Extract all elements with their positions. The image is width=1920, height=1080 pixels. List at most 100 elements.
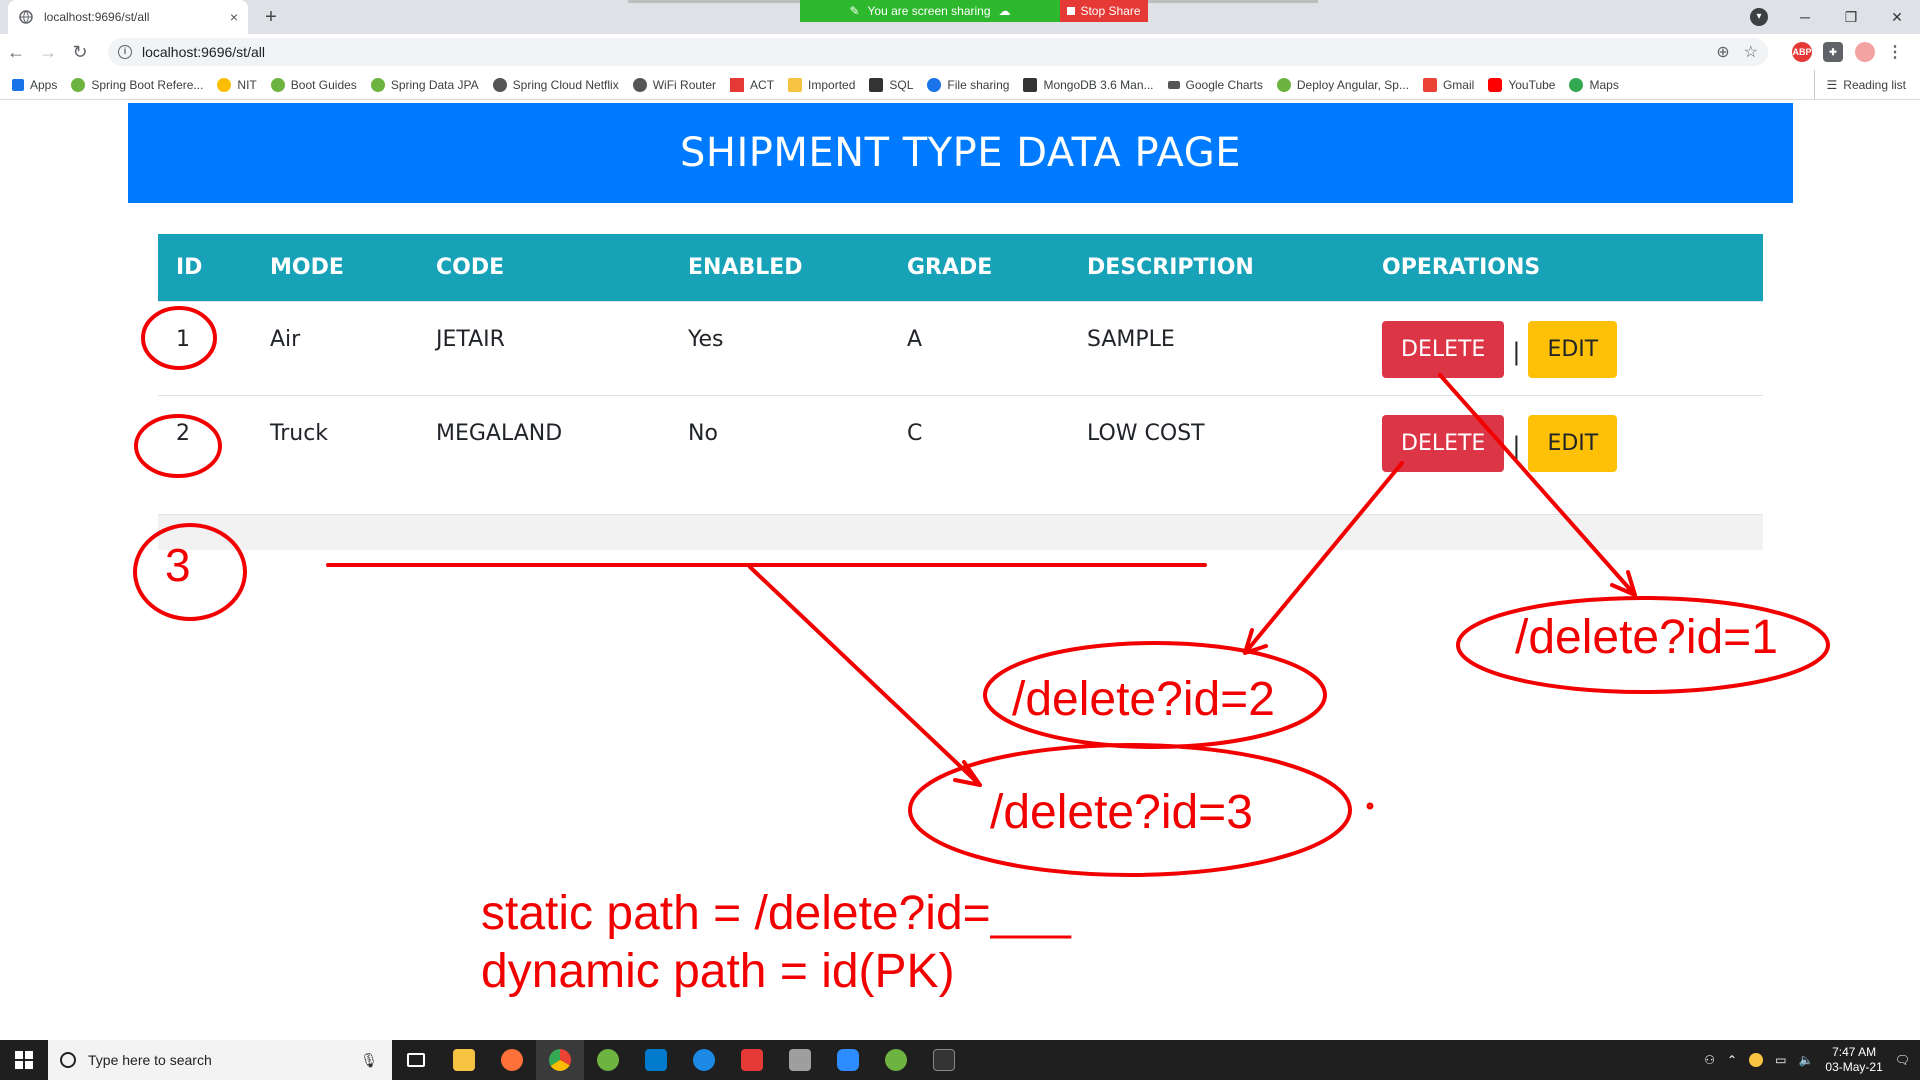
bookmarks-bar: Apps Spring Boot Refere... NIT Boot Guid… <box>0 70 1920 100</box>
stop-share-button[interactable]: Stop Share <box>1060 0 1148 22</box>
bookmark-item[interactable]: Spring Cloud Netflix <box>492 77 619 92</box>
reload-icon[interactable]: ↻ <box>64 42 96 63</box>
bookmark-star-icon[interactable]: ☆ <box>1744 42 1758 62</box>
bookmark-item[interactable]: File sharing <box>927 77 1009 92</box>
bookmark-item[interactable]: NIT <box>217 77 257 92</box>
extensions-icon[interactable]: ✚ <box>1823 42 1843 62</box>
bookmark-item[interactable]: Google Charts <box>1167 78 1263 92</box>
vscode-icon[interactable] <box>632 1040 680 1080</box>
notifications-icon[interactable]: 🗨 <box>1895 1053 1910 1067</box>
edit-button[interactable]: EDIT <box>1528 320 1618 378</box>
adblock-icon[interactable]: ABP <box>1792 42 1812 62</box>
cell-enabled: Yes <box>670 300 889 395</box>
pdf-reader-icon[interactable] <box>728 1040 776 1080</box>
firefox-icon[interactable] <box>488 1040 536 1080</box>
bookmark-apps[interactable]: Apps <box>12 78 57 92</box>
address-bar[interactable]: i localhost:9696/st/all ⊕ ☆ <box>108 38 1768 66</box>
column-header: ENABLED <box>688 254 803 280</box>
search-icon <box>60 1052 76 1068</box>
annotation-dot <box>1366 802 1374 810</box>
bookmark-item[interactable]: ACT <box>730 77 774 92</box>
file-explorer-icon[interactable] <box>440 1040 488 1080</box>
column-header: DESCRIPTION <box>1087 254 1254 280</box>
act-icon <box>730 77 745 92</box>
people-icon[interactable]: ⚇ <box>1704 1053 1715 1067</box>
bookmark-item[interactable]: YouTube <box>1488 77 1555 92</box>
delete-button[interactable]: DELETE <box>1382 320 1505 378</box>
annotation-delete-id-2: /delete?id=2 <box>1012 673 1275 726</box>
remote-desktop-icon[interactable] <box>776 1040 824 1080</box>
search-placeholder: Type here to search <box>88 1052 212 1068</box>
annotation-delete-id-1: /delete?id=1 <box>1515 611 1778 664</box>
bookmark-item[interactable]: Boot Guides <box>270 77 357 92</box>
column-header: ID <box>176 254 203 280</box>
spring-icon <box>1276 77 1291 92</box>
folder-icon <box>788 77 803 92</box>
windows-start-icon[interactable] <box>0 1040 48 1080</box>
tray-app-icon[interactable] <box>1749 1053 1764 1067</box>
cell-mode: Air <box>252 300 418 395</box>
browser-tab[interactable]: localhost:9696/st/all × <box>8 0 248 34</box>
forward-icon[interactable]: → <box>32 42 64 63</box>
avatar[interactable] <box>1855 42 1875 62</box>
shipment-type-table: ID MODE CODE ENABLED GRADE DESCRIPTION O… <box>158 234 1763 513</box>
annotation-delete-id-3: /delete?id=3 <box>990 786 1253 839</box>
chrome-icon[interactable] <box>536 1040 584 1080</box>
globe-icon <box>492 77 507 92</box>
bookmark-item[interactable]: Gmail <box>1422 77 1474 92</box>
new-tab-button[interactable]: + <box>258 4 284 30</box>
tab-close-icon[interactable]: × <box>230 9 238 25</box>
annotation-number-3: 3 <box>165 539 191 591</box>
spring-tool-suite-icon[interactable] <box>584 1040 632 1080</box>
bookmark-item[interactable]: MongoDB 3.6 Man... <box>1023 77 1154 92</box>
tab-strip: localhost:9696/st/all × + ✎ You are scre… <box>0 0 1920 34</box>
chevron-up-icon[interactable]: ⌃ <box>1727 1053 1737 1067</box>
apps-grid-icon <box>12 78 24 91</box>
network-icon[interactable]: ▭ <box>1775 1053 1786 1067</box>
clock[interactable]: 7:47 AM 03-May-21 <box>1825 1045 1882 1075</box>
url-text: localhost:9696/st/all <box>142 44 265 60</box>
separator: | <box>1512 432 1521 460</box>
edit-button[interactable]: EDIT <box>1528 414 1618 472</box>
zoom-app-icon[interactable] <box>824 1040 872 1080</box>
cell-operations: DELETE | EDIT <box>1364 394 1763 513</box>
window-controls: ─ ❐ ✕ <box>1782 0 1920 34</box>
gmail-icon <box>1422 77 1437 92</box>
restore-icon[interactable]: ❐ <box>1828 9 1874 26</box>
globe-icon <box>18 9 34 25</box>
bookmark-item[interactable]: Deploy Angular, Sp... <box>1276 77 1409 92</box>
bookmark-item[interactable]: WiFi Router <box>632 77 716 92</box>
volume-icon[interactable]: 🔈 <box>1798 1053 1813 1067</box>
annotation-static-path: static path = /delete?id=___ <box>481 887 1071 940</box>
cell-id: 2 <box>158 394 252 513</box>
globe-icon <box>632 77 647 92</box>
bookmark-item[interactable]: Imported <box>788 77 855 92</box>
screen-share-icon: ✎ <box>849 4 860 18</box>
menu-icon[interactable]: ⋮ <box>1885 42 1905 62</box>
tab-search-icon[interactable]: ▾ <box>1750 8 1768 26</box>
taskbar-search-input[interactable]: Type here to search 🎙 <box>48 1040 392 1080</box>
system-tray: ⚇ ⌃ ▭ 🔈 7:47 AM 03-May-21 🗨 <box>1704 1040 1920 1080</box>
cell-grade: A <box>889 300 1069 395</box>
reading-list-button[interactable]: ☰ Reading list <box>1813 70 1906 100</box>
sql-icon <box>869 77 884 92</box>
task-view-icon[interactable] <box>392 1040 440 1080</box>
bookmark-item[interactable]: Spring Data JPA <box>370 77 479 92</box>
cell-operations: DELETE | EDIT <box>1364 300 1763 395</box>
delete-button[interactable]: DELETE <box>1382 414 1505 472</box>
bookmark-item[interactable]: Maps <box>1569 77 1619 92</box>
spring-boot-icon[interactable] <box>872 1040 920 1080</box>
bookmark-item[interactable]: SQL <box>869 77 913 92</box>
zoom-icon[interactable]: ⊕ <box>1716 42 1729 62</box>
microphone-icon[interactable]: 🎙 <box>360 1052 378 1069</box>
annotation-dynamic-path: dynamic path = id(PK) <box>481 945 955 998</box>
back-icon[interactable]: ← <box>0 42 32 63</box>
site-info-icon[interactable]: i <box>118 45 132 59</box>
git-icon[interactable] <box>680 1040 728 1080</box>
bookmark-item[interactable]: Spring Boot Refere... <box>71 77 203 92</box>
minimize-icon[interactable]: ─ <box>1782 9 1828 25</box>
cell-code: MEGALAND <box>418 394 670 513</box>
terminal-icon[interactable] <box>920 1040 968 1080</box>
close-window-icon[interactable]: ✕ <box>1874 9 1920 26</box>
arrow-to-id3 <box>748 565 982 787</box>
